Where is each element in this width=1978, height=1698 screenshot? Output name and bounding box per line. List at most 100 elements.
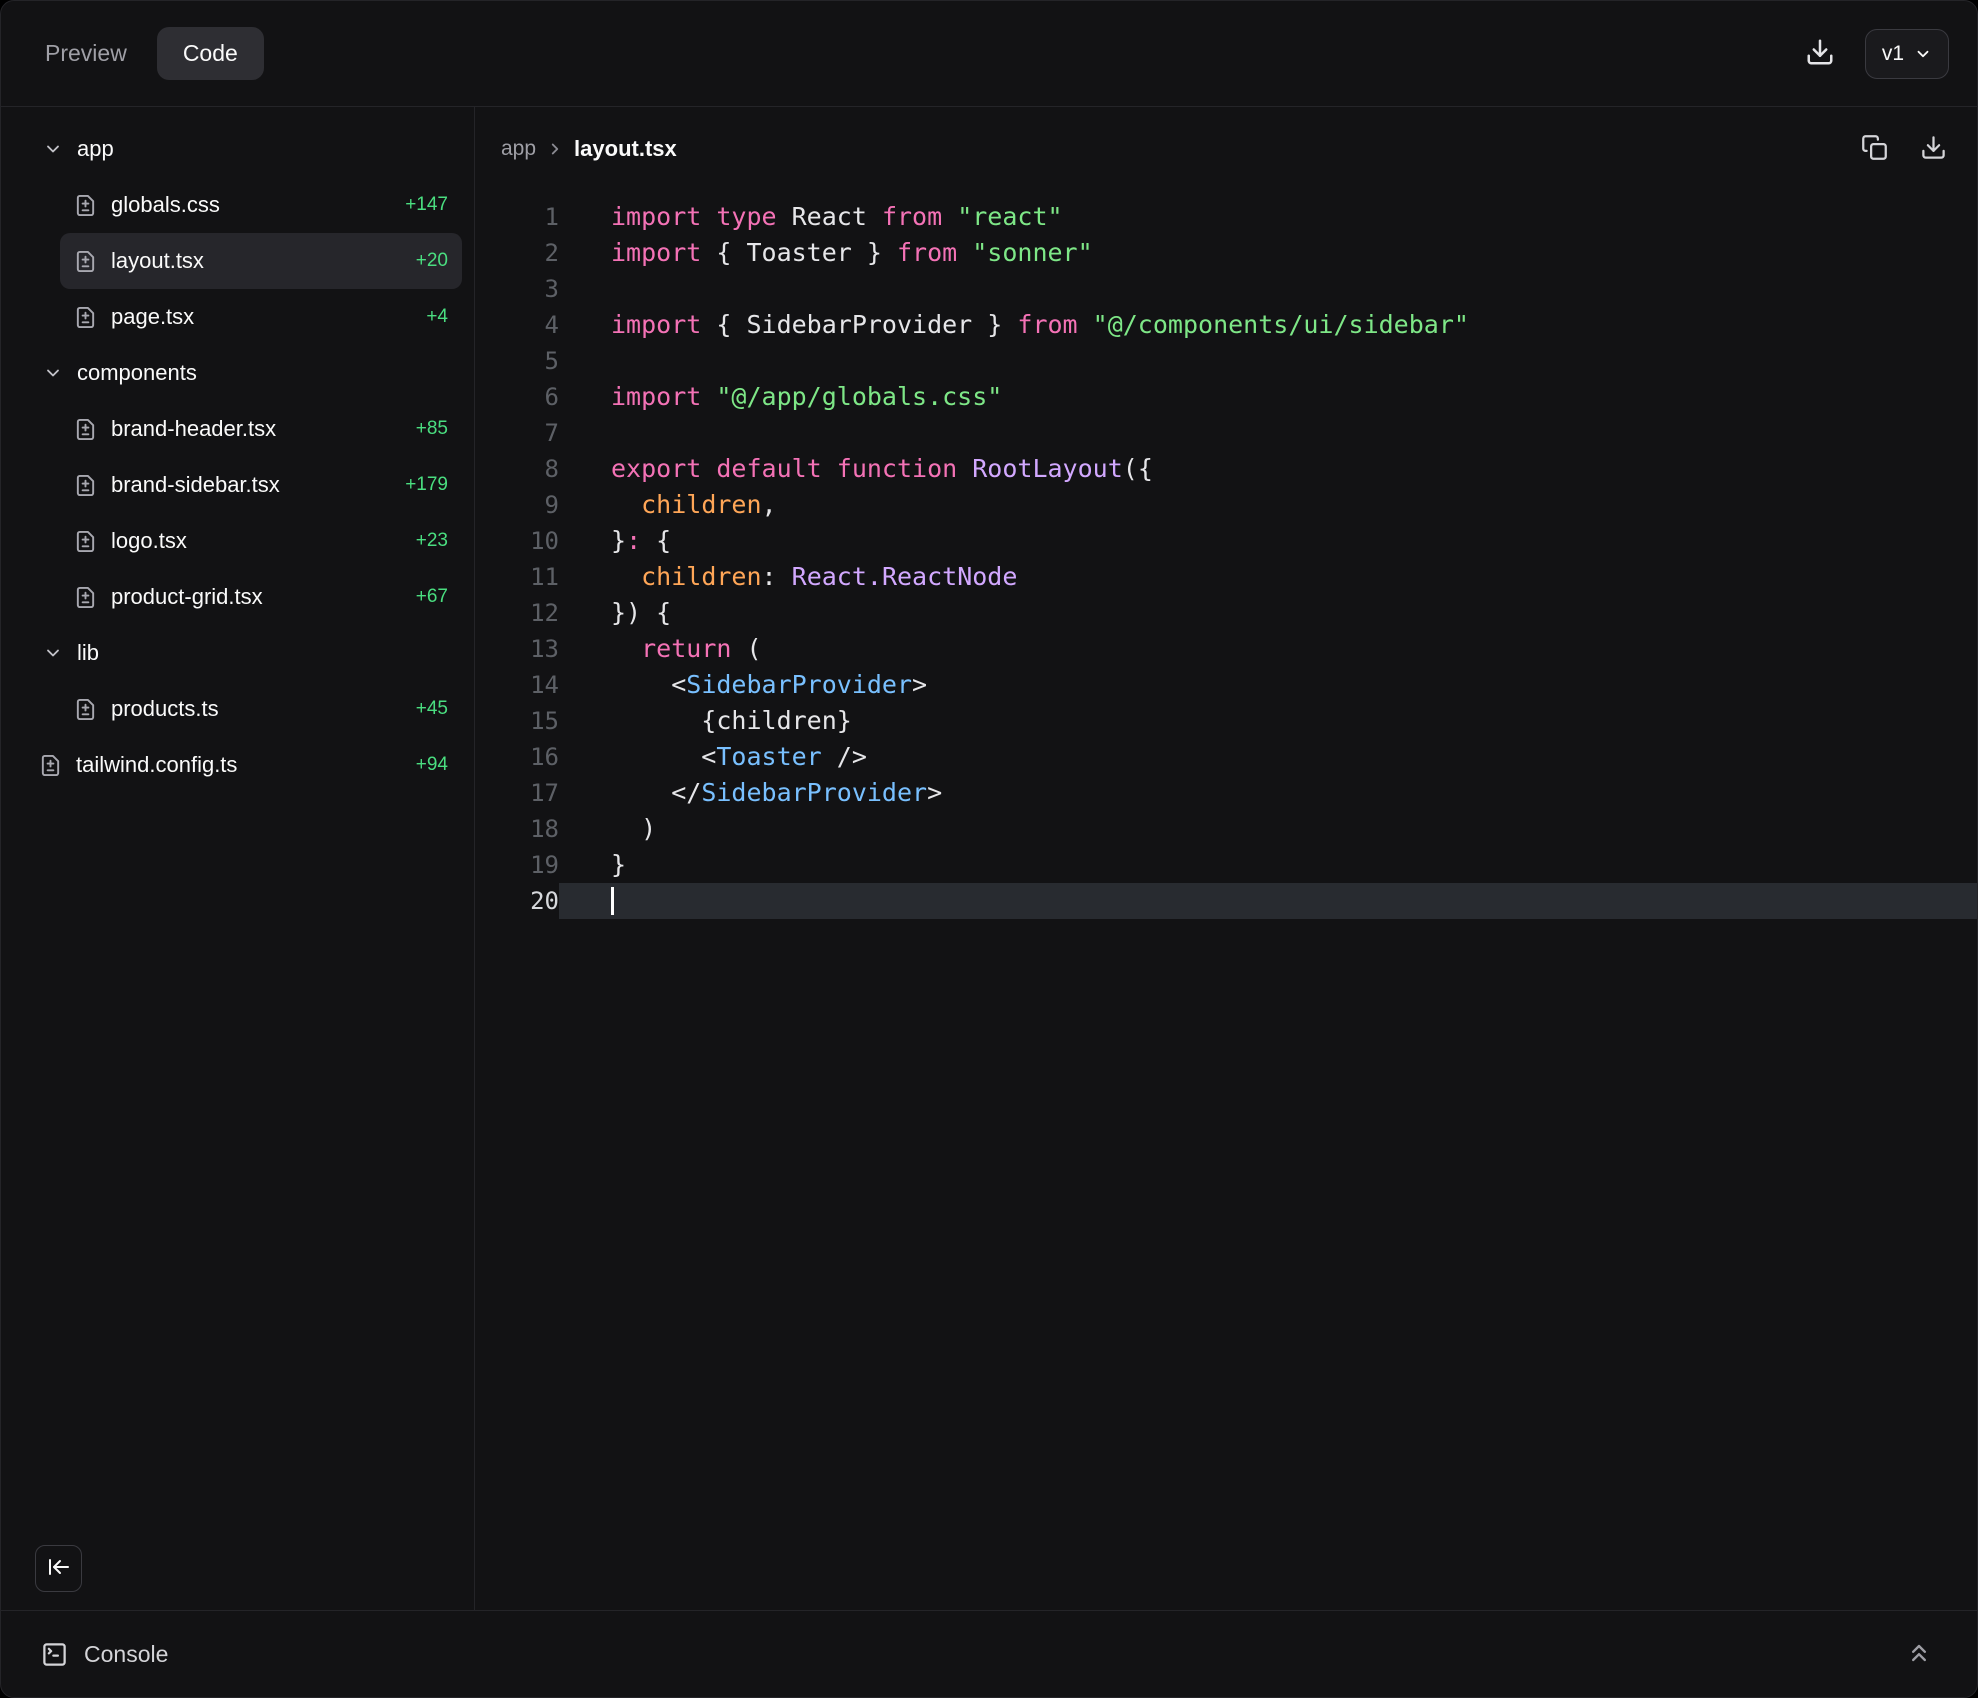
code-line-18[interactable]: 18 ) — [475, 811, 1977, 847]
code-line-10[interactable]: 10}: { — [475, 523, 1977, 559]
tree-file-tailwind.config.ts[interactable]: tailwind.config.ts+94 — [1, 737, 462, 793]
file-diff-icon — [74, 530, 97, 553]
file-diff-icon — [74, 586, 97, 609]
line-text — [559, 343, 1977, 379]
line-number: 12 — [475, 595, 559, 631]
line-number: 17 — [475, 775, 559, 811]
tree-file-logo.tsx[interactable]: logo.tsx +23 — [60, 513, 462, 569]
code-line-17[interactable]: 17 </SidebarProvider> — [475, 775, 1977, 811]
line-text: import { SidebarProvider } from "@/compo… — [559, 307, 1977, 343]
code-line-20[interactable]: 20 — [475, 883, 1977, 919]
code-line-14[interactable]: 14 <SidebarProvider> — [475, 667, 1977, 703]
line-text: import "@/app/globals.css" — [559, 379, 1977, 415]
diff-badge: +85 — [416, 418, 448, 440]
chevron-down-icon — [43, 139, 63, 159]
code-line-9[interactable]: 9 children, — [475, 487, 1977, 523]
file-label: brand-sidebar.tsx — [111, 472, 391, 498]
tree-file-product-grid.tsx[interactable]: product-grid.tsx+67 — [60, 569, 462, 625]
code-line-12[interactable]: 12}) { — [475, 595, 1977, 631]
line-number: 20 — [475, 883, 559, 919]
chevron-down-icon — [43, 363, 63, 383]
code-line-2[interactable]: 2import { Toaster } from "sonner" — [475, 235, 1977, 271]
line-number: 4 — [475, 307, 559, 343]
version-label: v1 — [1882, 42, 1904, 66]
diff-badge: +147 — [405, 194, 448, 216]
code-line-13[interactable]: 13 return ( — [475, 631, 1977, 667]
code-line-11[interactable]: 11 children: React.ReactNode — [475, 559, 1977, 595]
tree-folder-app[interactable]: app — [1, 121, 474, 177]
code-workspace-window: Preview Code v1 app globals.css +147 layout… — [0, 0, 1978, 1698]
line-number: 18 — [475, 811, 559, 847]
file-label: globals.css — [111, 192, 391, 218]
code-line-16[interactable]: 16 <Toaster /> — [475, 739, 1977, 775]
breadcrumb-folder[interactable]: app — [501, 137, 536, 161]
line-text: ) — [559, 811, 1977, 847]
download-button[interactable] — [1797, 29, 1843, 78]
folder-label: app — [77, 136, 474, 162]
copy-code-button[interactable] — [1857, 130, 1892, 168]
line-text: return ( — [559, 631, 1977, 667]
tab-preview[interactable]: Preview — [45, 27, 127, 80]
line-number: 6 — [475, 379, 559, 415]
chevron-down-icon — [1914, 45, 1932, 63]
download-file-button[interactable] — [1916, 130, 1951, 168]
code-editor-panel: app layout.tsx — [475, 107, 1977, 1610]
file-diff-icon — [74, 698, 97, 721]
chevron-right-icon — [546, 140, 564, 158]
line-number: 8 — [475, 451, 559, 487]
file-diff-icon — [74, 474, 97, 497]
line-number: 1 — [475, 199, 559, 235]
copy-icon — [1861, 134, 1888, 164]
tree-folder-components[interactable]: components — [1, 345, 474, 401]
file-diff-icon — [74, 194, 97, 217]
tree-folder-lib[interactable]: lib — [1, 625, 474, 681]
code-line-4[interactable]: 4import { SidebarProvider } from "@/comp… — [475, 307, 1977, 343]
tree-file-brand-header.tsx[interactable]: brand-header.tsx +85 — [60, 401, 462, 457]
line-text: <SidebarProvider> — [559, 667, 1977, 703]
code-line-7[interactable]: 7 — [475, 415, 1977, 451]
code-line-5[interactable]: 5 — [475, 343, 1977, 379]
file-label: tailwind.config.ts — [76, 752, 402, 778]
code-view: 1import type React from "react"2import {… — [475, 179, 1977, 1610]
chevrons-up-icon — [1905, 1639, 1933, 1670]
tree-file-page.tsx[interactable]: page.tsx+4 — [60, 289, 462, 345]
line-number: 3 — [475, 271, 559, 307]
line-text: export default function RootLayout({ — [559, 451, 1977, 487]
file-label: brand-header.tsx — [111, 416, 402, 442]
code-line-19[interactable]: 19} — [475, 847, 1977, 883]
code-line-3[interactable]: 3 — [475, 271, 1977, 307]
line-text — [559, 883, 1977, 919]
line-text: import type React from "react" — [559, 199, 1977, 235]
view-tabs: Preview Code — [45, 27, 264, 80]
main-area: app globals.css +147 layout.tsx+20page.tsx+… — [1, 107, 1977, 1610]
line-number: 14 — [475, 667, 559, 703]
line-number: 7 — [475, 415, 559, 451]
version-selector[interactable]: v1 — [1865, 29, 1949, 79]
tree-file-products.ts[interactable]: products.ts+45 — [60, 681, 462, 737]
code-line-8[interactable]: 8export default function RootLayout({ — [475, 451, 1977, 487]
console-toggle[interactable]: Console — [41, 1641, 168, 1668]
file-diff-icon — [74, 418, 97, 441]
expand-console-button[interactable] — [1897, 1631, 1941, 1678]
line-text: } — [559, 847, 1977, 883]
tab-code[interactable]: Code — [157, 27, 264, 80]
line-text: import { Toaster } from "sonner" — [559, 235, 1977, 271]
folder-label: components — [77, 360, 474, 386]
diff-badge: +23 — [416, 530, 448, 552]
collapse-sidebar-icon — [47, 1555, 71, 1582]
diff-badge: +20 — [416, 250, 448, 272]
console-label: Console — [84, 1641, 168, 1668]
tree-file-layout.tsx[interactable]: layout.tsx+20 — [60, 233, 462, 289]
line-text: {children} — [559, 703, 1977, 739]
file-tree-sidebar: app globals.css +147 layout.tsx+20page.tsx+… — [1, 107, 475, 1610]
tree-file-globals.css[interactable]: globals.css +147 — [60, 177, 462, 233]
code-line-1[interactable]: 1import type React from "react" — [475, 199, 1977, 235]
code-line-15[interactable]: 15 {children} — [475, 703, 1977, 739]
collapse-sidebar-button[interactable] — [35, 1545, 82, 1592]
line-text — [559, 415, 1977, 451]
file-diff-icon — [74, 306, 97, 329]
diff-badge: +179 — [405, 474, 448, 496]
tree-file-brand-sidebar.tsx[interactable]: brand-sidebar.tsx +179 — [60, 457, 462, 513]
code-line-6[interactable]: 6import "@/app/globals.css" — [475, 379, 1977, 415]
file-label: logo.tsx — [111, 528, 402, 554]
